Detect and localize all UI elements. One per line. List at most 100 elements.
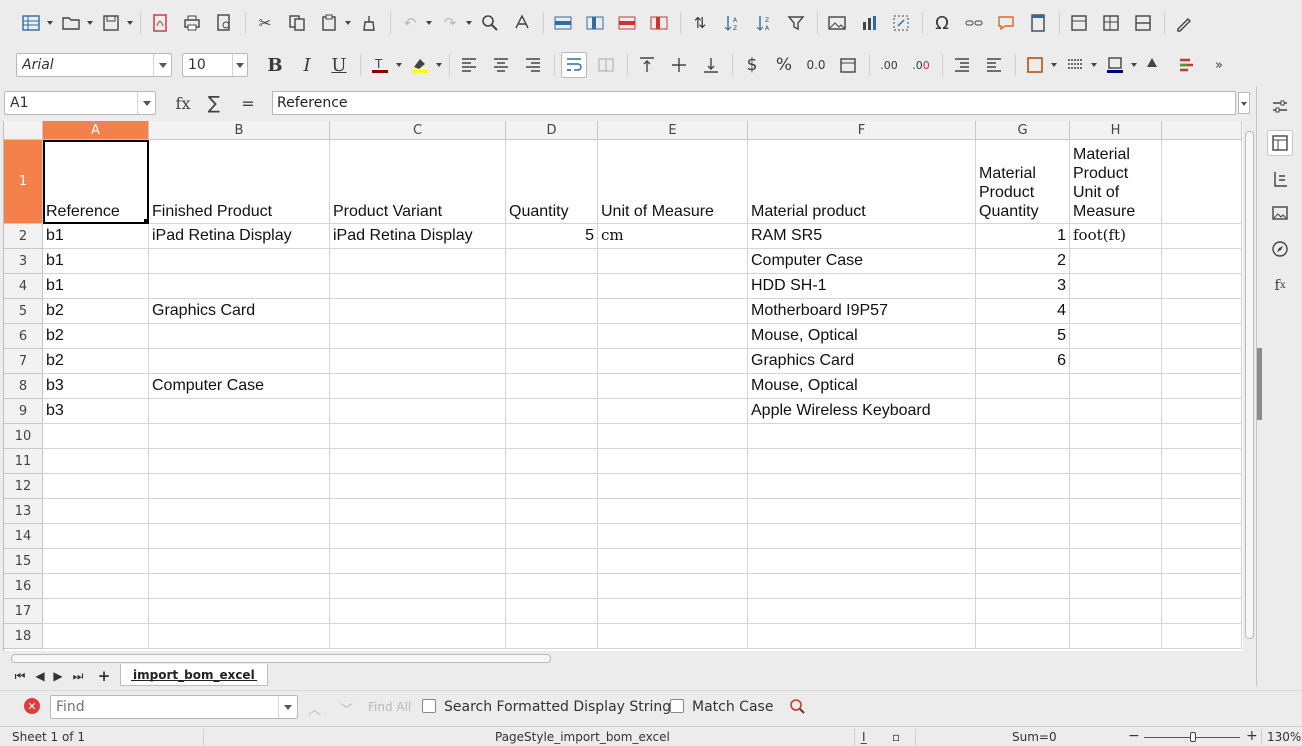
delete-row-icon[interactable] (614, 10, 640, 36)
number-format-icon[interactable]: 0.0 (803, 52, 829, 78)
cell-d16[interactable] (506, 574, 598, 599)
styles-list-icon[interactable] (1267, 166, 1293, 192)
cell-g13[interactable] (976, 499, 1070, 524)
cell-f6[interactable]: Mouse, Optical (748, 324, 976, 349)
decrease-indent-icon[interactable] (981, 52, 1007, 78)
column-header-d[interactable]: D (506, 121, 598, 140)
cell-a16[interactable] (43, 574, 149, 599)
sort-descending-icon[interactable]: ZA (751, 10, 777, 36)
cell-c8[interactable] (330, 374, 506, 399)
cell-a13[interactable] (43, 499, 149, 524)
cell[interactable] (1162, 299, 1242, 324)
cell-b5[interactable]: Graphics Card (149, 299, 330, 324)
cell-c18[interactable] (330, 624, 506, 649)
cell[interactable] (1162, 249, 1242, 274)
name-box-input[interactable] (5, 92, 138, 114)
expand-formula-bar-button[interactable] (1238, 92, 1250, 114)
cell-f16[interactable] (748, 574, 976, 599)
cell-e12[interactable] (598, 474, 748, 499)
insert-mode-icon[interactable]: I̲ (862, 730, 866, 744)
cell-g15[interactable] (976, 549, 1070, 574)
cell-f5[interactable]: Motherboard I9P57 (748, 299, 976, 324)
paste-icon[interactable] (316, 10, 351, 36)
cell-a17[interactable] (43, 599, 149, 624)
cell-g14[interactable] (976, 524, 1070, 549)
cell-g6[interactable]: 5 (976, 324, 1070, 349)
cell-b13[interactable] (149, 499, 330, 524)
cell-c1[interactable]: Product Variant (330, 140, 506, 224)
currency-icon[interactable]: $ (739, 52, 765, 78)
cell-e3[interactable] (598, 249, 748, 274)
cell-h8[interactable] (1070, 374, 1162, 399)
function-wizard-button[interactable]: fx (172, 92, 194, 114)
cell-d7[interactable] (506, 349, 598, 374)
row-icon[interactable] (550, 10, 576, 36)
cell-d6[interactable] (506, 324, 598, 349)
cell-c9[interactable] (330, 399, 506, 424)
cell-f13[interactable] (748, 499, 976, 524)
cell-h11[interactable] (1070, 449, 1162, 474)
cell-c13[interactable] (330, 499, 506, 524)
cell-b3[interactable] (149, 249, 330, 274)
row-header-7[interactable]: 7 (4, 349, 43, 374)
column-header-g[interactable]: G (976, 121, 1070, 140)
cell-f17[interactable] (748, 599, 976, 624)
copy-icon[interactable] (284, 10, 310, 36)
cell[interactable] (1162, 624, 1242, 649)
cell-c16[interactable] (330, 574, 506, 599)
cell-b15[interactable] (149, 549, 330, 574)
column-header-e[interactable]: E (598, 121, 748, 140)
column-icon[interactable] (582, 10, 608, 36)
cell-a11[interactable] (43, 449, 149, 474)
row-header-4[interactable]: 4 (4, 274, 43, 299)
cell-e15[interactable] (598, 549, 748, 574)
styles-icon[interactable] (1267, 130, 1293, 156)
bold-icon[interactable]: B (262, 52, 288, 78)
italic-icon[interactable]: I (294, 52, 320, 78)
cell-f7[interactable]: Graphics Card (748, 349, 976, 374)
cell-g17[interactable] (976, 599, 1070, 624)
chevron-down-icon[interactable] (231, 54, 247, 76)
row-header-5[interactable]: 5 (4, 299, 43, 324)
formula-input[interactable]: Reference (272, 91, 1236, 115)
conditional-format-icon[interactable] (1142, 52, 1168, 78)
print-icon[interactable] (179, 10, 205, 36)
navigator-icon[interactable] (1267, 236, 1293, 262)
cell-b17[interactable] (149, 599, 330, 624)
cell-b16[interactable] (149, 574, 330, 599)
cell-g11[interactable] (976, 449, 1070, 474)
spreadsheet-grid[interactable]: A B C D E F G H 1 Reference Finished Product Produc… (3, 121, 1243, 651)
cell-f8[interactable]: Mouse, Optical (748, 374, 976, 399)
cell-d18[interactable] (506, 624, 598, 649)
zoom-in-icon[interactable]: + (1246, 728, 1258, 744)
highlight-color-icon[interactable] (407, 52, 442, 78)
column-header-f[interactable]: F (748, 121, 976, 140)
cell-f10[interactable] (748, 424, 976, 449)
cell-h17[interactable] (1070, 599, 1162, 624)
cell-d15[interactable] (506, 549, 598, 574)
scroll-thumb[interactable] (1245, 131, 1254, 639)
borders-icon[interactable] (1022, 52, 1057, 78)
cell-h7[interactable] (1070, 349, 1162, 374)
cell-e9[interactable] (598, 399, 748, 424)
more-options-icon[interactable]: » (1206, 52, 1232, 78)
print-preview-icon[interactable] (211, 10, 237, 36)
cell-a5[interactable]: b2 (43, 299, 149, 324)
cell-d10[interactable] (506, 424, 598, 449)
cell[interactable] (1162, 274, 1242, 299)
cell-h16[interactable] (1070, 574, 1162, 599)
vertical-scrollbar[interactable] (1243, 121, 1256, 651)
cell-e11[interactable] (598, 449, 748, 474)
cell-e7[interactable] (598, 349, 748, 374)
find-all-button[interactable]: Find All (368, 700, 411, 714)
cell-g3[interactable]: 2 (976, 249, 1070, 274)
cell[interactable] (1162, 140, 1242, 224)
cell-b4[interactable] (149, 274, 330, 299)
cell[interactable] (1162, 374, 1242, 399)
align-bottom-icon[interactable] (698, 52, 724, 78)
cell-a8[interactable]: b3 (43, 374, 149, 399)
cell-a10[interactable] (43, 424, 149, 449)
cell-g8[interactable] (976, 374, 1070, 399)
cell-d9[interactable] (506, 399, 598, 424)
cell[interactable] (1162, 449, 1242, 474)
